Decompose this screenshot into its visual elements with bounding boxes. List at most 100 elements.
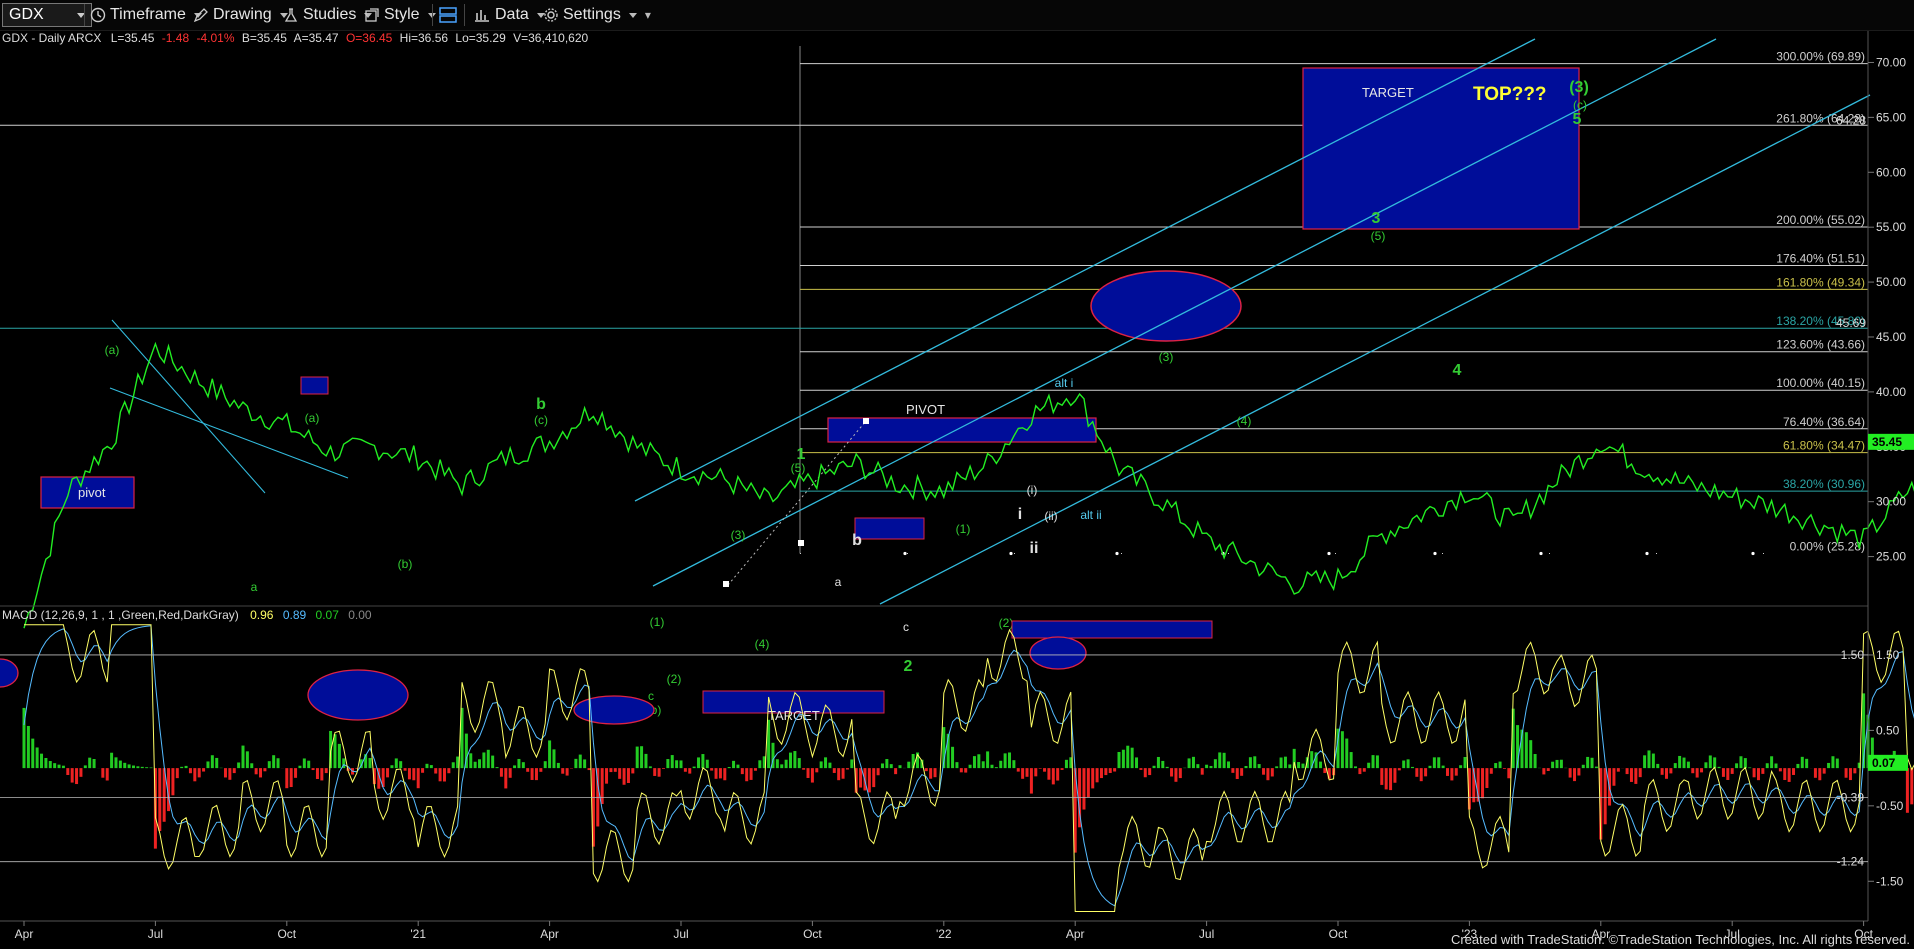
svg-text:MACD (12,26,9, 1 , 1 ,Green,Re: MACD (12,26,9, 1 , 1 ,Green,Red,DarkGray… (2, 608, 372, 622)
macd-signal-value: 0.89 (283, 608, 307, 622)
wave-label: (a) (305, 411, 320, 425)
target-box-note: TOP??? (1473, 84, 1547, 105)
studies-label: Studies (303, 6, 357, 23)
price-tick-label: 60.00 (1876, 165, 1906, 179)
toolbar: GDX Timeframe Drawing Studies Style Data… (0, 0, 1914, 31)
dotted-marker (1645, 551, 1649, 556)
wave-label: 3 (1372, 210, 1381, 227)
macd-zero-value: 0.00 (348, 608, 372, 622)
fib-right-label: 64.28 (1836, 113, 1866, 127)
gdx-daily-chart[interactable]: GDX - Daily ARCX L=35.45 -1.48 -4.01% B=… (0, 31, 1914, 949)
dotted-marker (1009, 551, 1013, 556)
wave-label: alt ii (1080, 508, 1101, 522)
macd-value: 0.96 (250, 608, 274, 622)
wave-label: (c) (1573, 98, 1587, 112)
low-price: Lo=35.29 (455, 31, 506, 45)
time-tick-label: Oct (277, 927, 296, 941)
wave-label: (3) (1159, 350, 1174, 364)
target-box-label: TARGET (1362, 85, 1414, 100)
style-button[interactable]: Style (364, 0, 436, 30)
wave-label: (2) (667, 672, 682, 686)
open-price: O=36.45 (346, 31, 393, 45)
macd-tick-label: -1.50 (1876, 874, 1904, 888)
wave-label: 1 (797, 446, 806, 463)
fib-level-label: 300.00% (69.89) (1776, 50, 1865, 64)
clock-icon (90, 7, 106, 23)
time-tick-label: Jul (1199, 927, 1214, 941)
wave-3-ellipse (1090, 270, 1242, 342)
wave-label: i (1018, 506, 1022, 523)
volume: V=36,410,620 (513, 31, 588, 45)
wave-label: c (648, 689, 654, 703)
dotted-marker (1115, 551, 1119, 556)
macd-target-label: TARGET (768, 708, 820, 723)
macd-hist-value: 0.07 (316, 608, 340, 622)
price-tick-label: 45.00 (1876, 330, 1906, 344)
time-tick-label: Apr (15, 927, 34, 941)
price-tick-label: 50.00 (1876, 275, 1906, 289)
wave-label: (a) (105, 343, 120, 357)
fib-level-label: 61.80% (34.47) (1783, 439, 1865, 453)
footer-credit: Created with TradeStation. ©TradeStation… (1450, 932, 1910, 947)
drawing-label: Drawing (213, 6, 272, 23)
anchor-point (723, 581, 729, 587)
studies-button[interactable]: Studies (283, 0, 373, 30)
macd-tick-label: -0.50 (1876, 799, 1904, 813)
wave-label: (3) (1569, 79, 1589, 96)
fib-level-label: 200.00% (55.02) (1776, 213, 1865, 227)
macd-tick-label: 1.50 (1876, 648, 1900, 662)
fib-level-label: 100.00% (40.15) (1776, 376, 1865, 390)
wave-label: a (251, 580, 258, 594)
current-price-label: 35.45 (1872, 435, 1902, 449)
pivot-box-label: PIVOT (906, 402, 945, 417)
macd-current-label: 0.07 (1872, 756, 1896, 770)
wave-label: (5) (791, 461, 806, 475)
fib-level-label: 123.60% (43.66) (1776, 338, 1865, 352)
pivot-box-left-label: pivot (78, 485, 106, 500)
wave-label: alt i (1055, 376, 1074, 390)
price-change-pct: -4.01% (196, 31, 234, 45)
macd-tick-label: 0.50 (1876, 723, 1900, 737)
macd-level-label: -1.24 (1837, 855, 1865, 869)
price-change: -1.48 (162, 31, 190, 45)
dotted-marker (1327, 551, 1331, 556)
drawing-button[interactable]: Drawing (193, 0, 288, 30)
macd-target-box (1011, 620, 1213, 639)
wave-label: b (536, 396, 546, 413)
wave-label: b (852, 532, 862, 549)
fib-level-label: 38.20% (30.96) (1783, 477, 1865, 491)
ask-price: A=35.47 (294, 31, 339, 45)
toolbar-separator (84, 4, 85, 26)
time-tick-label: Oct (1329, 927, 1348, 941)
svg-text:GDX - Daily ARCX L=35.45: GDX - Daily ARCX L=35.45 -1.48 -4.01% B=… (2, 31, 589, 45)
time-tick-label: Apr (540, 927, 559, 941)
bid-price: B=35.45 (242, 31, 287, 45)
price-tick-label: 55.00 (1876, 220, 1906, 234)
macd-level-label: 1.50 (1841, 648, 1865, 662)
timeframe-button[interactable]: Timeframe (90, 0, 202, 30)
layout-button[interactable] (439, 0, 461, 30)
bar-chart-icon (475, 10, 489, 22)
wave-a-box (300, 376, 329, 395)
wave-label: (i) (1027, 483, 1038, 497)
style-label: Style (384, 6, 420, 23)
anchor-point (863, 418, 869, 424)
data-label: Data (495, 6, 529, 23)
macd-title: MACD (12,26,9, 1 , 1 ,Green,Red,DarkGray… (2, 608, 239, 622)
wave-label: a (835, 575, 842, 589)
chart-title: GDX - Daily ARCX (2, 31, 101, 45)
fib-level-label: 176.40% (51.51) (1776, 251, 1865, 265)
dotted-marker (903, 551, 907, 556)
fib-level-label: 161.80% (49.34) (1776, 275, 1865, 289)
overflow-icon[interactable]: ▾ (645, 8, 651, 22)
settings-button[interactable]: Settings ▾ (543, 0, 651, 30)
wave-label: (1) (956, 522, 971, 536)
macd-ellipse (1029, 636, 1087, 670)
time-tick-label: Apr (1066, 927, 1085, 941)
symbol-input[interactable]: GDX (2, 3, 92, 27)
toolbar-separator (432, 4, 433, 26)
time-tick-label: Jul (148, 927, 163, 941)
data-button[interactable]: Data (473, 0, 545, 30)
wave-label: ii (1030, 540, 1039, 557)
wave-label: (1) (650, 615, 665, 629)
